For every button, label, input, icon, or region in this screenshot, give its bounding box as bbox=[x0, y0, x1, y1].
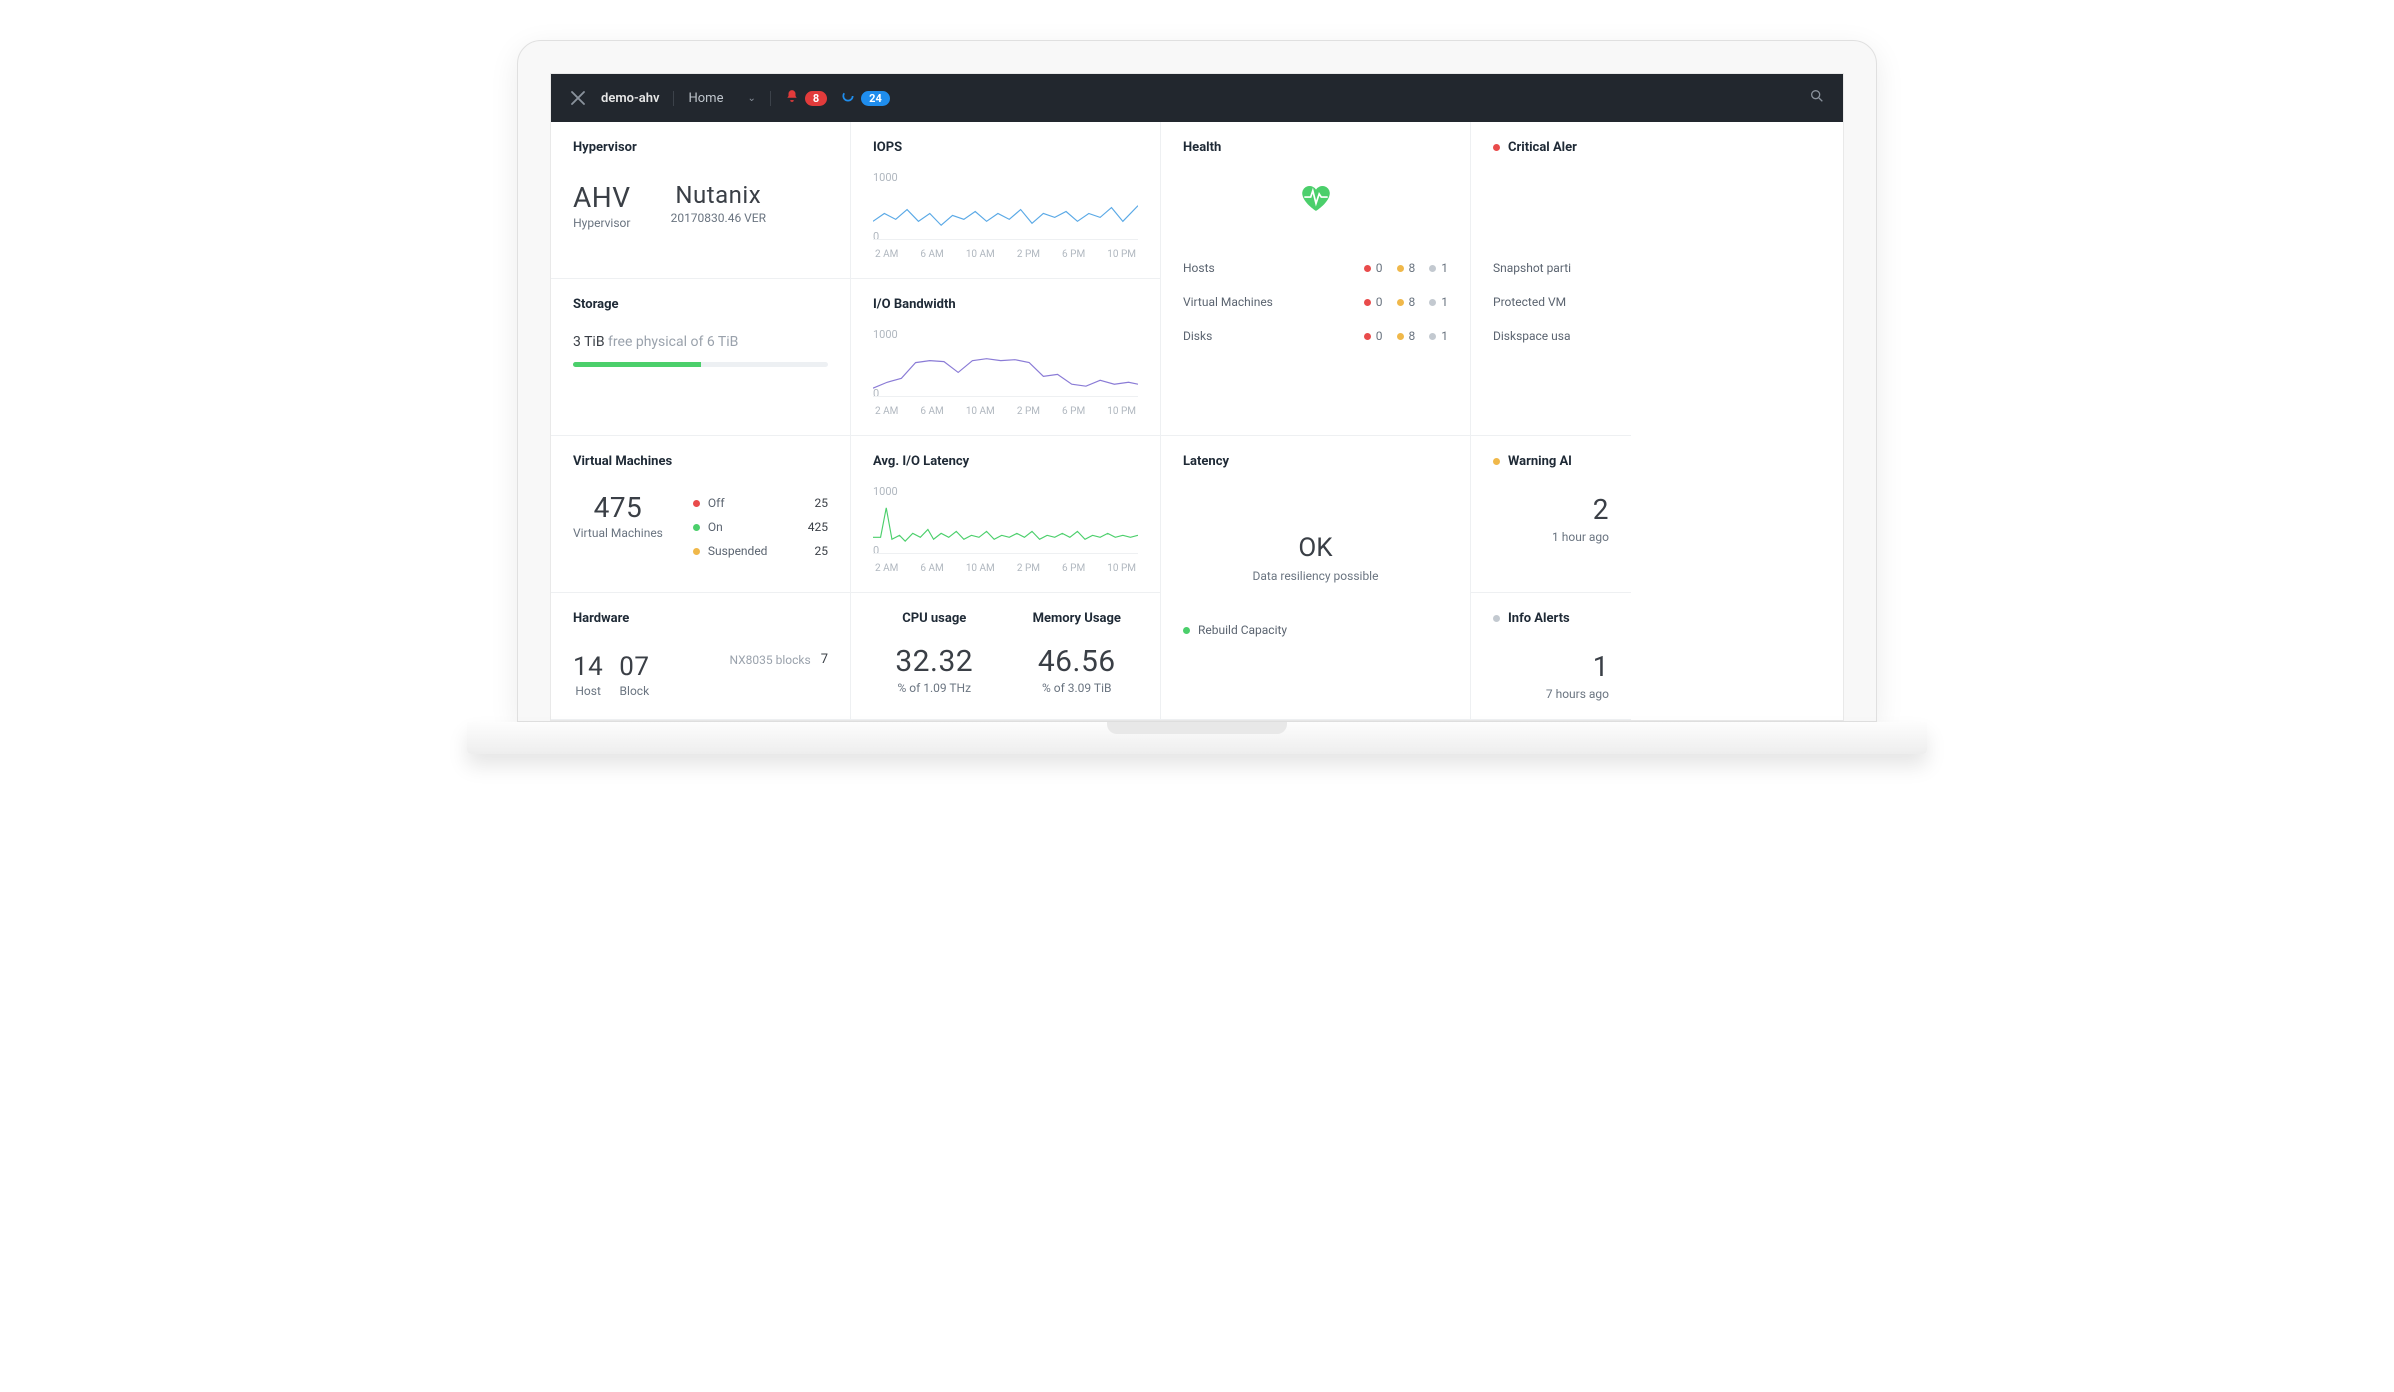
avg-latency-card[interactable]: Avg. I/O Latency 1000 0 2 AM 6 AM 10 bbox=[851, 436, 1161, 593]
latency-sub: Data resiliency possible bbox=[1183, 569, 1448, 583]
y-max-label: 1000 bbox=[873, 171, 1138, 184]
card-title: Hypervisor bbox=[573, 140, 828, 155]
block-count: 07 bbox=[619, 652, 649, 682]
laptop-screen: demo-ahv Home ⌄ 8 24 bbox=[517, 40, 1877, 722]
memory-usage[interactable]: Memory Usage 46.56 % of 3.09 TiB bbox=[1016, 611, 1139, 695]
warning-count: 2 bbox=[1493, 493, 1609, 526]
vm-total: 475 bbox=[573, 491, 663, 524]
vm-card[interactable]: Virtual Machines 475 Virtual Machines Of… bbox=[551, 436, 851, 593]
card-title: Virtual Machines bbox=[573, 454, 828, 469]
info-alerts-card[interactable]: Info Alerts 1 7 hours ago bbox=[1471, 593, 1631, 720]
card-title: Storage bbox=[573, 297, 828, 312]
health-row-vms[interactable]: Virtual Machines 0 8 1 bbox=[1183, 285, 1448, 319]
card-title: Avg. I/O Latency bbox=[873, 454, 1138, 469]
health-row-disks[interactable]: Disks 0 8 1 bbox=[1183, 319, 1448, 353]
tasks-indicator[interactable]: 24 bbox=[841, 89, 890, 107]
storage-free: 3 TiB bbox=[573, 334, 605, 350]
usage-card[interactable]: CPU usage 32.32 % of 1.09 THz Memory Usa… bbox=[851, 593, 1161, 720]
hypervisor-name-label: Hypervisor bbox=[573, 216, 631, 230]
vm-state-on[interactable]: On425 bbox=[693, 515, 828, 539]
latency-card[interactable]: Latency OK Data resiliency possible Rebu… bbox=[1161, 436, 1471, 720]
iops-chart bbox=[873, 184, 1138, 240]
card-title: Latency bbox=[1183, 454, 1448, 469]
x-axis: 2 AM 6 AM 10 AM 2 PM 6 PM 10 PM bbox=[873, 249, 1138, 260]
vm-state-off[interactable]: Off25 bbox=[693, 491, 828, 515]
status-dot-icon bbox=[1183, 627, 1190, 634]
dashboard-grid: Hypervisor AHV Hypervisor Nutanix 201708… bbox=[551, 122, 1843, 720]
io-bandwidth-card[interactable]: I/O Bandwidth 1000 0 2 AM 6 AM 10 AM bbox=[851, 279, 1161, 436]
cpu-value: 32.32 bbox=[873, 644, 996, 679]
card-title: Health bbox=[1183, 140, 1448, 155]
spinner-icon bbox=[841, 89, 855, 107]
avg-latency-chart bbox=[873, 498, 1138, 554]
alert-item[interactable]: Protected VM bbox=[1493, 285, 1609, 319]
hypervisor-version: 20170830.46 VER bbox=[671, 211, 766, 225]
alert-item[interactable]: Diskspace usa bbox=[1493, 319, 1609, 353]
vm-state-suspended[interactable]: Suspended25 bbox=[693, 539, 828, 563]
alert-item[interactable]: Snapshot parti bbox=[1493, 251, 1609, 285]
card-title: IOPS bbox=[873, 140, 1138, 155]
warning-alerts-card[interactable]: Warning Al 2 1 hour ago bbox=[1471, 436, 1631, 593]
iops-card[interactable]: IOPS 1000 0 2 AM 6 AM 10 AM bbox=[851, 122, 1161, 279]
hypervisor-name: AHV bbox=[573, 181, 631, 214]
alerts-indicator[interactable]: 8 bbox=[785, 89, 827, 107]
host-count: 14 bbox=[573, 652, 603, 682]
page-selector-label: Home bbox=[688, 91, 723, 106]
laptop-base bbox=[467, 722, 1927, 754]
search-icon[interactable] bbox=[1809, 88, 1825, 108]
hardware-card[interactable]: Hardware 14 Host 07 Block NX8035 blocks bbox=[551, 593, 851, 720]
laptop-frame: demo-ahv Home ⌄ 8 24 bbox=[517, 40, 1877, 754]
storage-bar-fill bbox=[573, 362, 701, 367]
card-title: I/O Bandwidth bbox=[873, 297, 1138, 312]
mem-value: 46.56 bbox=[1016, 644, 1139, 679]
cluster-name[interactable]: demo-ahv bbox=[601, 91, 674, 106]
info-count: 1 bbox=[1493, 650, 1609, 683]
health-card[interactable]: Health Hosts 0 8 1 bbox=[1161, 122, 1471, 436]
hw-model-label: NX8035 blocks bbox=[729, 653, 810, 667]
info-dot-icon bbox=[1493, 615, 1500, 622]
warning-dot-icon bbox=[1493, 458, 1500, 465]
bell-icon bbox=[785, 89, 799, 107]
iobw-chart bbox=[873, 341, 1138, 397]
brand-logo-icon bbox=[569, 89, 587, 107]
card-title: Hardware bbox=[573, 611, 828, 626]
storage-card[interactable]: Storage 3 TiB free physical of 6 TiB bbox=[551, 279, 851, 436]
health-row-hosts[interactable]: Hosts 0 8 1 bbox=[1183, 251, 1448, 285]
task-count-badge: 24 bbox=[861, 91, 890, 106]
heart-icon bbox=[1299, 196, 1333, 215]
warning-age: 1 hour ago bbox=[1493, 530, 1609, 544]
storage-bar bbox=[573, 362, 828, 367]
alert-count-badge: 8 bbox=[805, 91, 827, 106]
hw-model-count: 7 bbox=[821, 652, 828, 667]
card-title: Info Alerts bbox=[1508, 611, 1570, 626]
critical-alerts-card[interactable]: Critical Aler Snapshot parti Protected V… bbox=[1471, 122, 1631, 436]
card-title: Warning Al bbox=[1508, 454, 1572, 469]
latency-status: OK bbox=[1183, 533, 1448, 563]
critical-dot-icon bbox=[1493, 144, 1500, 151]
rebuild-capacity-row[interactable]: Rebuild Capacity bbox=[1183, 623, 1448, 637]
card-title: Critical Aler bbox=[1508, 140, 1577, 155]
top-nav-bar: demo-ahv Home ⌄ 8 24 bbox=[551, 74, 1843, 122]
hypervisor-card[interactable]: Hypervisor AHV Hypervisor Nutanix 201708… bbox=[551, 122, 851, 279]
cpu-usage[interactable]: CPU usage 32.32 % of 1.09 THz bbox=[873, 611, 996, 695]
hypervisor-vendor: Nutanix bbox=[671, 181, 766, 209]
page-selector[interactable]: Home ⌄ bbox=[688, 91, 770, 106]
info-age: 7 hours ago bbox=[1493, 687, 1609, 701]
chevron-down-icon: ⌄ bbox=[747, 93, 755, 104]
